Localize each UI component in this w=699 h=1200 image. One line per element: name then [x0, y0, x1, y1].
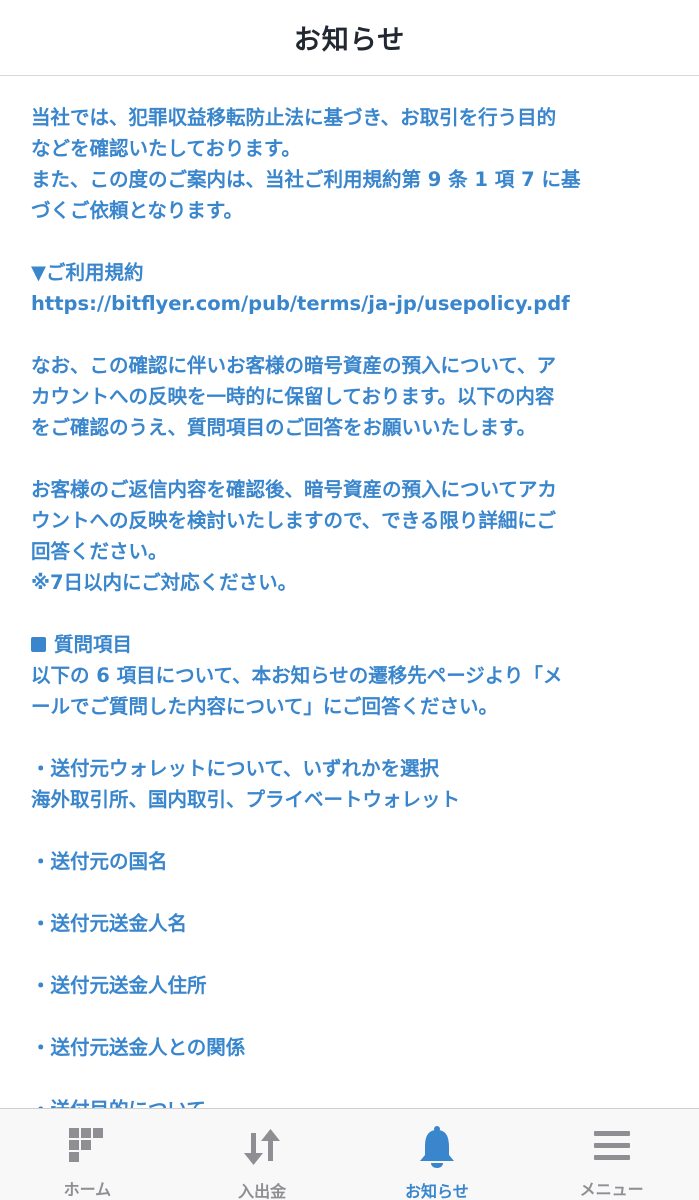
questions-heading-label: 質問項目 [54, 633, 133, 656]
question-item: ・送付元送金人との関係 [31, 1036, 246, 1059]
notice-line: なお、この確認に伴いお客様の暗号資産の預入について、ア [31, 354, 556, 377]
tab-deposit-withdraw[interactable]: 入出金 [175, 1109, 350, 1200]
question-item: ・送付元の国名 [31, 850, 168, 873]
question-item-options: 海外取引所、国内取引、プライベートウォレット [31, 788, 461, 811]
tab-notice[interactable]: お知らせ [350, 1109, 525, 1200]
notice-line: 以下の 6 項目について、本お知らせの遷移先ページより「メ [31, 664, 563, 687]
tab-menu[interactable]: メニュー [524, 1109, 699, 1200]
notice-line: ウントへの反映を検討いたしますので、できる限り詳細にご [31, 509, 556, 532]
questions-heading: 質問項目 [31, 629, 671, 660]
tab-notice-label: お知らせ [405, 1182, 469, 1200]
notice-line: 当社では、犯罪収益移転防止法に基づき、お取引を行う目的 [31, 106, 557, 129]
tab-menu-label: メニュー [579, 1180, 644, 1199]
transfer-arrows-icon [240, 1125, 284, 1169]
notice-screen: お知らせ 当社では、犯罪収益移転防止法に基づき、お取引を行う目的 などを確認いた… [0, 0, 699, 1200]
nav-header: お知らせ [0, 0, 699, 76]
menu-icon [590, 1125, 634, 1167]
tab-home[interactable]: ホーム [0, 1109, 175, 1200]
deadline-note: ※7日以内にご対応ください。 [31, 571, 298, 594]
page-title: お知らせ [293, 25, 406, 56]
notice-text: 当社では、犯罪収益移転防止法に基づき、お取引を行う目的 などを確認いたしておりま… [31, 77, 671, 1108]
tab-home-label: ホーム [63, 1180, 112, 1199]
tab-deposit-withdraw-label: 入出金 [238, 1182, 287, 1200]
notice-line: カウントへの反映を一時的に保留しております。以下の内容 [31, 385, 555, 408]
tab-bar: ホーム 入出金 お知らせ メニュー [0, 1108, 699, 1200]
question-item: ・送付元ウォレットについて、いずれかを選択 [31, 757, 439, 780]
terms-heading: ▼ご利用規約 [31, 261, 144, 284]
home-grid-icon [65, 1125, 109, 1167]
question-item: ・送付目的について [31, 1094, 671, 1108]
notice-line: お客様のご返信内容を確認後、暗号資産の預入についてアカ [31, 478, 557, 501]
notice-line: また、この度のご案内は、当社ご利用規約第 9 条 1 項 7 に基 [31, 168, 581, 191]
square-bullet-icon [31, 637, 46, 652]
notice-body[interactable]: 当社では、犯罪収益移転防止法に基づき、お取引を行う目的 などを確認いたしておりま… [31, 77, 671, 1108]
question-item: ・送付元送金人住所 [31, 974, 207, 997]
notice-line: をご確認のうえ、質問項目のご回答をお願いいたします。 [31, 416, 537, 439]
terms-link[interactable]: https://bitflyer.com/pub/terms/ja-jp/use… [31, 288, 671, 319]
bell-icon [415, 1125, 459, 1169]
notice-line: 回答ください。 [31, 540, 168, 563]
notice-line: ールでご質問した内容について」にご回答ください。 [31, 695, 499, 718]
notice-line: などを確認いたしております。 [31, 137, 301, 160]
question-item: ・送付元送金人名 [31, 912, 188, 935]
notice-line: づくご依頼となります。 [31, 199, 243, 222]
